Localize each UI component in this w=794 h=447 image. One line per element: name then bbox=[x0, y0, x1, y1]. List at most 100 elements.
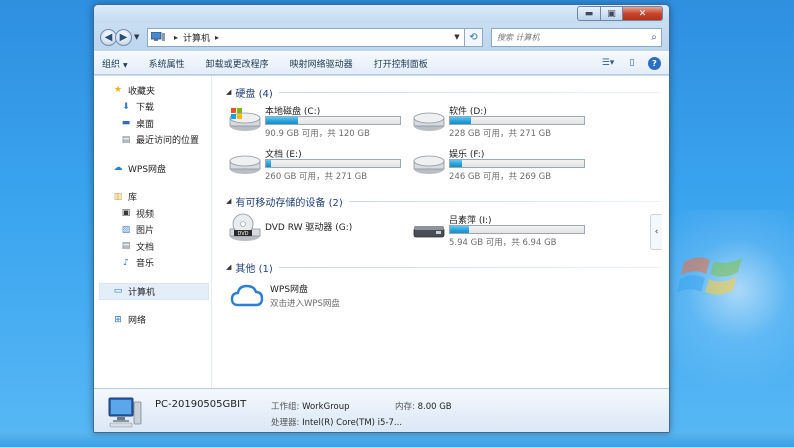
breadcrumb-chevron-icon: ▸ bbox=[215, 32, 220, 42]
section-title: 有可移动存储的设备 (2) bbox=[235, 197, 343, 209]
document-icon: ▤ bbox=[121, 241, 131, 252]
refresh-button[interactable]: ⟲ bbox=[465, 27, 483, 47]
section-header-other[interactable]: ◢ 其他 (1) bbox=[226, 260, 661, 275]
forward-button[interactable]: ▶ bbox=[115, 28, 132, 46]
main-area: ★ 收藏夹 ⬇ 下载 ▬ 桌面 ▤ 最近访问的位置 ☁ WPS网盘 ▥ 库 ▣ 视频 ▨ 图片 … bbox=[94, 76, 669, 388]
section-title: 其他 (1) bbox=[235, 263, 273, 275]
preview-pane-icon[interactable]: ▯ bbox=[624, 56, 640, 70]
removable-list: DVD DVD RW 驱动器 (G:) 吕素萍 (I:) 5.94 GB 可用，… bbox=[226, 208, 661, 251]
drive-item[interactable]: 软件 (D:) 228 GB 可用，共 271 GB bbox=[412, 99, 594, 142]
sidebar-item-label: 计算机 bbox=[128, 287, 156, 298]
sidebar-item-label: WPS网盘 bbox=[128, 164, 167, 175]
search-box: ⌕ bbox=[491, 27, 662, 47]
sidebar-item-label: 下载 bbox=[136, 103, 155, 114]
cpu-field: 处理器: Intel(R) Core(TM) i5-7... bbox=[271, 416, 519, 428]
sidebar-item-computer[interactable]: ▭ 计算机 bbox=[99, 283, 209, 300]
address-bar[interactable]: ▸ 计算机 ▸ ▼ bbox=[147, 27, 465, 47]
computer-icon: ▭ bbox=[113, 286, 123, 297]
sidebar-item-desktop[interactable]: ▬ 桌面 bbox=[94, 115, 211, 132]
sidebar-item-label: 网络 bbox=[128, 316, 147, 327]
history-dropdown-icon[interactable]: ▼ bbox=[134, 33, 143, 41]
dvd-drive-icon: DVD bbox=[229, 213, 261, 241]
computer-icon bbox=[108, 397, 142, 427]
sidebar-item-wps[interactable]: ☁ WPS网盘 bbox=[94, 160, 211, 177]
drive-usage-bar bbox=[449, 116, 585, 125]
drive-text: 娱乐 (F:) 246 GB 可用，共 269 GB bbox=[449, 147, 586, 182]
collapse-panel-button[interactable]: ‹ bbox=[650, 214, 662, 250]
explorer-window: ▬ ▣ ✕ ◀ ▶ ▼ ▸ 计算机 ▸ ▼ ⟲ ⌕ 组织▼ 系统属性 卸 bbox=[93, 4, 670, 433]
breadcrumb-chevron-icon: ▸ bbox=[174, 32, 179, 42]
uninstall-button[interactable]: 卸载或更改程序 bbox=[206, 57, 269, 70]
section-divider bbox=[278, 266, 661, 268]
sidebar-item-downloads[interactable]: ⬇ 下载 bbox=[94, 99, 211, 116]
maximize-button[interactable]: ▣ bbox=[601, 6, 623, 21]
organize-menu[interactable]: 组织 ▼ bbox=[102, 57, 128, 70]
workgroup-value: WorkGroup bbox=[302, 401, 350, 412]
drive-text: 吕素萍 (I:) 5.94 GB 可用，共 6.94 GB bbox=[449, 213, 586, 248]
download-folder-icon: ⬇ bbox=[122, 101, 130, 112]
navigation-pane: ★ 收藏夹 ⬇ 下载 ▬ 桌面 ▤ 最近访问的位置 ☁ WPS网盘 ▥ 库 ▣ 视频 ▨ 图片 … bbox=[94, 76, 212, 388]
map-drive-button[interactable]: 映射网络驱动器 bbox=[290, 57, 353, 70]
sidebar-item-recent[interactable]: ▤ 最近访问的位置 bbox=[94, 132, 211, 149]
system-properties-button[interactable]: 系统属性 bbox=[149, 57, 185, 70]
sidebar-item-favorites[interactable]: ★ 收藏夹 bbox=[94, 82, 211, 99]
drive-space-info: 90.9 GB 可用，共 120 GB bbox=[265, 129, 370, 139]
sidebar-item-network[interactable]: ⊞ 网络 bbox=[94, 312, 211, 329]
memory-label: 内存: bbox=[395, 401, 415, 412]
network-icon: ⊞ bbox=[114, 314, 122, 325]
drive-usage-bar bbox=[265, 159, 401, 168]
drive-usage-bar bbox=[449, 159, 585, 168]
favorites-group: ★ 收藏夹 ⬇ 下载 ▬ 桌面 ▤ 最近访问的位置 bbox=[94, 82, 211, 148]
drive-name: 软件 (D:) bbox=[449, 107, 487, 117]
drive-space-info: 246 GB 可用，共 269 GB bbox=[449, 172, 552, 182]
drive-space-info: 260 GB 可用，共 271 GB bbox=[265, 172, 368, 182]
sidebar-item-documents[interactable]: ▤ 文档 bbox=[94, 238, 211, 255]
search-icon[interactable]: ⌕ bbox=[647, 32, 661, 43]
computer-icon bbox=[151, 32, 165, 41]
view-options-icon[interactable]: ☰▾ bbox=[600, 56, 616, 70]
memory-value: 8.00 GB bbox=[417, 401, 452, 412]
drive-text: 软件 (D:) 228 GB 可用，共 271 GB bbox=[449, 104, 586, 139]
sidebar-item-music[interactable]: ♪ 音乐 bbox=[94, 255, 211, 272]
organize-label: 组织 bbox=[102, 59, 121, 70]
drive-item[interactable]: 本地磁盘 (C:) 90.9 GB 可用，共 120 GB bbox=[228, 99, 410, 142]
drive-usage-fill bbox=[450, 226, 469, 233]
video-icon: ▣ bbox=[121, 208, 131, 219]
drive-name: DVD RW 驱动器 (G:) bbox=[265, 223, 353, 233]
wps-cloud-item[interactable]: WPS网盘 双击进入WPS网盘 bbox=[230, 282, 661, 309]
section-divider bbox=[348, 200, 661, 202]
sidebar-item-label: 库 bbox=[128, 193, 138, 204]
sidebar-item-pictures[interactable]: ▨ 图片 bbox=[94, 222, 211, 239]
section-header-removable[interactable]: ◢ 有可移动存储的设备 (2) bbox=[226, 194, 661, 209]
sidebar-item-libraries[interactable]: ▥ 库 bbox=[94, 189, 211, 206]
drive-usage-fill bbox=[450, 117, 472, 124]
memory-field: 内存: 8.00 GB bbox=[369, 400, 519, 412]
desktop-icon: ▬ bbox=[121, 118, 131, 129]
help-icon[interactable]: ? bbox=[648, 56, 661, 70]
section-title: 硬盘 (4) bbox=[235, 88, 273, 100]
sidebar-item-label: 文档 bbox=[136, 242, 155, 253]
refresh-icon: ⟲ bbox=[469, 31, 478, 43]
breadcrumb-computer[interactable]: 计算机 bbox=[183, 31, 210, 44]
section-header-hdd[interactable]: ◢ 硬盘 (4) bbox=[226, 85, 661, 100]
usb-drive-icon bbox=[413, 226, 445, 238]
collapse-triangle-icon: ◢ bbox=[226, 88, 232, 96]
command-bar: 组织 ▼ 系统属性 卸载或更改程序 映射网络驱动器 打开控制面板 ☰▾ ▯ ? bbox=[94, 51, 669, 75]
drive-item[interactable]: 娱乐 (F:) 246 GB 可用，共 269 GB bbox=[412, 142, 594, 185]
hard-drive-icon bbox=[229, 155, 261, 174]
search-input[interactable] bbox=[497, 32, 647, 42]
drive-item[interactable]: 文档 (E:) 260 GB 可用，共 271 GB bbox=[228, 142, 410, 185]
drive-item[interactable]: 吕素萍 (I:) 5.94 GB 可用，共 6.94 GB bbox=[412, 208, 594, 251]
close-button[interactable]: ✕ bbox=[623, 6, 663, 21]
workgroup-label: 工作组: bbox=[271, 401, 300, 412]
address-dropdown-icon[interactable]: ▼ bbox=[450, 33, 464, 41]
drive-item[interactable]: DVD DVD RW 驱动器 (G:) bbox=[228, 208, 410, 251]
network-group: ⊞ 网络 bbox=[94, 312, 211, 329]
sidebar-item-videos[interactable]: ▣ 视频 bbox=[94, 205, 211, 222]
item-description: 双击进入WPS网盘 bbox=[270, 299, 340, 309]
chevron-down-icon: ▼ bbox=[123, 61, 128, 69]
control-panel-button[interactable]: 打开控制面板 bbox=[374, 57, 428, 70]
system-drive-icon bbox=[229, 108, 261, 131]
item-name: WPS网盘 bbox=[270, 285, 309, 295]
minimize-button[interactable]: ▬ bbox=[577, 6, 601, 21]
